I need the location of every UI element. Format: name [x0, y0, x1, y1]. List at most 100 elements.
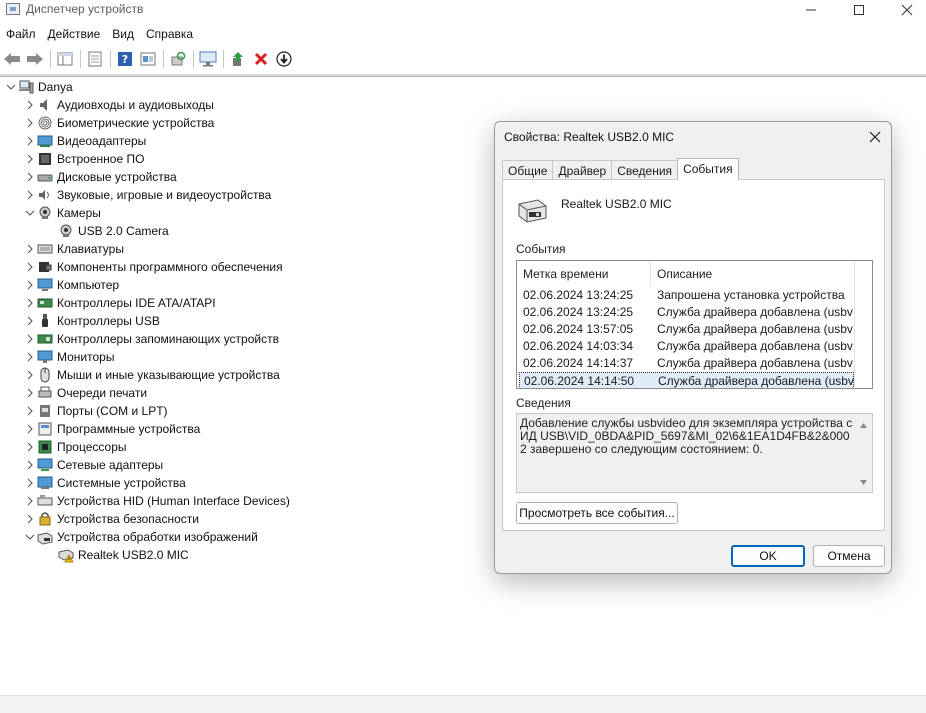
chevron-down-icon[interactable]: [23, 206, 37, 220]
chevron-right-icon[interactable]: [23, 278, 37, 292]
tree-item-category-17[interactable]: Программные устройства: [23, 420, 200, 438]
hid-icon: [37, 493, 53, 509]
computer-root-icon: [18, 79, 34, 95]
camera-icon: [58, 223, 74, 239]
event-row[interactable]: 02.06.2024 14:14:37 Служба драйвера добав…: [519, 355, 854, 372]
tab-events[interactable]: События: [677, 158, 739, 180]
chevron-right-icon[interactable]: [23, 422, 37, 436]
properties-button[interactable]: [85, 49, 105, 69]
chevron-right-icon[interactable]: [23, 152, 37, 166]
tab-details[interactable]: Сведения: [611, 160, 679, 180]
tab-general[interactable]: Общие: [502, 160, 554, 180]
maximize-icon: [854, 5, 864, 15]
tree-item-category-15[interactable]: Очереди печати: [23, 384, 147, 402]
tree-item-category-22[interactable]: Устройства безопасности: [23, 510, 199, 528]
events-list[interactable]: Метка времени Описание 02.06.2024 13:24:…: [516, 260, 873, 389]
tree-item-category-8[interactable]: Компоненты программного обеспечения: [23, 258, 283, 276]
ok-button[interactable]: OK: [731, 545, 805, 567]
tree-item-category-14[interactable]: Мыши и иные указывающие устройства: [23, 366, 280, 384]
details-text: Добавление службы usbvideo для экземпляр…: [520, 416, 853, 456]
tree-item-device-6-0[interactable]: USB 2.0 Camera: [58, 222, 169, 240]
column-header-description[interactable]: Описание: [657, 267, 712, 281]
event-row[interactable]: 02.06.2024 13:57:05 Служба драйвера добав…: [519, 321, 854, 338]
menu-file[interactable]: Файл: [0, 24, 42, 44]
chevron-right-icon[interactable]: [23, 350, 37, 364]
minimize-button[interactable]: [788, 0, 834, 20]
chevron-down-icon[interactable]: [23, 530, 37, 544]
minimize-icon: [806, 9, 816, 11]
disable-button[interactable]: [274, 49, 294, 69]
chevron-right-icon[interactable]: [23, 404, 37, 418]
tree-item-category-10[interactable]: Контроллеры IDE ATA/ATAPI: [23, 294, 216, 312]
chevron-right-icon[interactable]: [23, 512, 37, 526]
tree-item-category-19[interactable]: Сетевые адаптеры: [23, 456, 163, 474]
device-manager-icon: [6, 3, 20, 15]
view-button[interactable]: [138, 49, 158, 69]
chevron-right-icon[interactable]: [23, 242, 37, 256]
forward-button[interactable]: [25, 49, 45, 69]
chevron-right-icon[interactable]: [23, 188, 37, 202]
chevron-right-icon[interactable]: [23, 170, 37, 184]
tree-item-category-4[interactable]: Дисковые устройства: [23, 168, 177, 186]
imaging-warning-icon: [58, 547, 74, 563]
chevron-right-icon[interactable]: [23, 260, 37, 274]
back-button[interactable]: [2, 49, 22, 69]
tree-item-category-13[interactable]: Мониторы: [23, 348, 114, 366]
tree-item-category-12[interactable]: Контроллеры запоминающих устройств: [23, 330, 279, 348]
menu-action[interactable]: Действие: [42, 24, 107, 44]
tree-item-category-16[interactable]: Порты (COM и LPT): [23, 402, 168, 420]
view-all-events-button[interactable]: Просмотреть все события...: [516, 502, 678, 524]
event-row[interactable]: 02.06.2024 13:24:25 Запрошена установка у…: [519, 287, 854, 304]
tree-item-category-5[interactable]: Звуковые, игровые и видеоустройства: [23, 186, 271, 204]
event-description: Запрошена установка устройства: [657, 288, 845, 302]
event-row[interactable]: 02.06.2024 13:24:25 Служба драйвера добав…: [519, 304, 854, 321]
cancel-button[interactable]: Отмена: [813, 545, 885, 567]
chevron-right-icon[interactable]: [23, 440, 37, 454]
chevron-right-icon[interactable]: [23, 368, 37, 382]
console-tree-button[interactable]: [55, 49, 75, 69]
chevron-right-icon[interactable]: [23, 458, 37, 472]
scan-hardware-button[interactable]: [168, 49, 188, 69]
chevron-right-icon[interactable]: [23, 332, 37, 346]
tree-item-category-18[interactable]: Процессоры: [23, 438, 127, 456]
menu-help[interactable]: Справка: [140, 24, 199, 44]
tree-item-category-1[interactable]: Биометрические устройства: [23, 114, 214, 132]
chevron-right-icon[interactable]: [23, 98, 37, 112]
dialog-close-button[interactable]: [863, 126, 887, 148]
help-button[interactable]: ?: [115, 49, 135, 69]
chevron-right-icon[interactable]: [23, 386, 37, 400]
update-driver-button[interactable]: [228, 49, 248, 69]
menu-view[interactable]: Вид: [106, 24, 140, 44]
tree-item-category-20[interactable]: Системные устройства: [23, 474, 186, 492]
chevron-right-icon[interactable]: [23, 314, 37, 328]
close-button[interactable]: [884, 0, 926, 20]
tree-item-category-7[interactable]: Клавиатуры: [23, 240, 124, 258]
firmware-icon: [37, 151, 53, 167]
maximize-button[interactable]: [836, 0, 882, 20]
chevron-down-icon[interactable]: [4, 80, 18, 94]
event-row[interactable]: 02.06.2024 14:03:34 Служба драйвера добав…: [519, 338, 854, 355]
tree-item-category-9[interactable]: Компьютер: [23, 276, 119, 294]
uninstall-button[interactable]: [251, 49, 271, 69]
tab-driver[interactable]: Драйвер: [552, 160, 613, 180]
chevron-right-icon[interactable]: [23, 116, 37, 130]
tree-item-category-2[interactable]: Видеоадаптеры: [23, 132, 146, 150]
event-row[interactable]: 02.06.2024 14:14:50 Служба драйвера добав…: [519, 372, 854, 388]
details-box[interactable]: Добавление службы usbvideo для экземпляр…: [516, 413, 873, 493]
chevron-right-icon[interactable]: [23, 296, 37, 310]
chevron-right-icon[interactable]: [23, 494, 37, 508]
tree-item-category-0[interactable]: Аудиовходы и аудиовыходы: [23, 96, 214, 114]
monitor-button[interactable]: [198, 49, 218, 69]
column-header-timestamp[interactable]: Метка времени: [523, 267, 608, 281]
tree-item-root[interactable]: Danya: [4, 78, 73, 96]
chevron-right-icon[interactable]: [23, 476, 37, 490]
details-scrollbar[interactable]: [855, 414, 872, 492]
tree-item-category-6[interactable]: Камеры: [23, 204, 101, 222]
tree-item-category-21[interactable]: Устройства HID (Human Interface Devices): [23, 492, 290, 510]
tree-item-category-3[interactable]: Встроенное ПО: [23, 150, 144, 168]
chevron-right-icon[interactable]: [23, 134, 37, 148]
tree-item-category-23[interactable]: Устройства обработки изображений: [23, 528, 258, 546]
tree-item-label: Дисковые устройства: [57, 170, 177, 184]
tree-item-category-11[interactable]: Контроллеры USB: [23, 312, 160, 330]
tree-item-device-23-0[interactable]: Realtek USB2.0 MIC: [58, 546, 189, 564]
